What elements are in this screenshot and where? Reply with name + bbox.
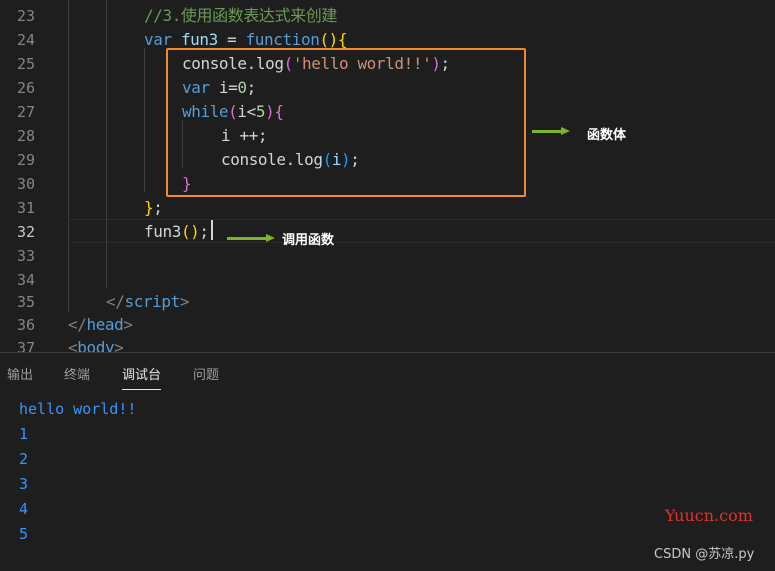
code-comment: //3.使用函数表达式来创建 (144, 6, 337, 25)
tag-bracket: > (114, 338, 124, 352)
semicolon: ; (153, 198, 163, 217)
watermark-site: Yuucn.com (665, 506, 753, 525)
code-text: </head> (68, 313, 133, 337)
line-number: 28 (16, 127, 35, 145)
parens: () (319, 30, 338, 49)
line-number: 34 (16, 271, 35, 289)
tag-bracket: > (123, 315, 133, 334)
tag-bracket: </ (68, 315, 87, 334)
line-number: 25 (16, 55, 35, 73)
tag-name: body (77, 338, 115, 352)
code-line[interactable]: 37 <body> (0, 336, 775, 352)
code-text: </script> (106, 290, 190, 314)
code-text: <body> (68, 336, 124, 352)
code-line[interactable]: 23 //3.使用函数表达式来创建 (0, 4, 775, 28)
line-number: 37 (16, 339, 35, 352)
line-number: 30 (16, 175, 35, 193)
tag-name: head (86, 315, 124, 334)
code-text: fun3(); (144, 220, 209, 244)
tag-bracket: < (68, 338, 78, 352)
parens: () (180, 222, 200, 241)
console-output-line: 4 (19, 500, 29, 518)
tag-bracket: > (179, 292, 190, 311)
function-body-label: 函数体 (587, 128, 627, 143)
console-output-line: 3 (19, 475, 29, 493)
brace: } (144, 198, 154, 217)
keyword-function: function (245, 30, 320, 49)
brace: { (337, 30, 348, 49)
code-line[interactable]: 31 }; (0, 196, 775, 220)
call-function-label: 调用函数 (282, 233, 335, 248)
line-number: 26 (16, 79, 35, 97)
tag-bracket: </ (106, 292, 125, 311)
console-output-line: hello world!! (19, 400, 137, 418)
console-output-line: 5 (19, 525, 29, 543)
bottom-panel: 输出 终端 调试台 问题 hello world!! 1 2 3 4 5 (0, 352, 775, 571)
code-line[interactable]: 35 </script> (0, 290, 775, 314)
line-number: 29 (16, 151, 35, 169)
console-output-line: 2 (19, 450, 29, 468)
code-line[interactable]: 33 (0, 244, 775, 268)
tab-problems[interactable]: 问题 (193, 367, 219, 389)
code-line[interactable]: 36 </head> (0, 313, 775, 337)
line-number: 35 (16, 293, 35, 311)
watermark-credit: CSDN @苏凉.py (654, 547, 755, 562)
keyword-var: var (144, 30, 172, 49)
line-number: 32 (16, 223, 35, 241)
identifier: fun3 (180, 30, 218, 49)
arrow-icon (532, 124, 570, 138)
line-number: 24 (16, 31, 35, 49)
operator: = (217, 30, 246, 49)
line-number: 31 (16, 199, 35, 217)
code-line-active[interactable]: 32 fun3(); (0, 220, 775, 244)
identifier: fun3 (144, 222, 181, 241)
line-number: 23 (16, 7, 35, 25)
code-editor[interactable]: 23 //3.使用函数表达式来创建 24 var fun3 = function… (0, 0, 775, 352)
code-line[interactable]: 34 (0, 268, 775, 292)
line-number: 36 (16, 316, 35, 334)
function-body-highlight (166, 48, 526, 197)
console-output-line: 1 (19, 425, 29, 443)
line-number: 27 (16, 103, 35, 121)
arrow-icon (227, 231, 275, 245)
tab-output[interactable]: 输出 (7, 367, 33, 389)
tag-name: script (124, 292, 180, 311)
line-number: 33 (16, 247, 35, 265)
text-cursor (211, 220, 213, 240)
code-text: }; (144, 196, 163, 220)
tab-terminal[interactable]: 终端 (64, 367, 90, 389)
tab-debug-console[interactable]: 调试台 (122, 367, 162, 390)
semicolon: ; (199, 222, 209, 241)
